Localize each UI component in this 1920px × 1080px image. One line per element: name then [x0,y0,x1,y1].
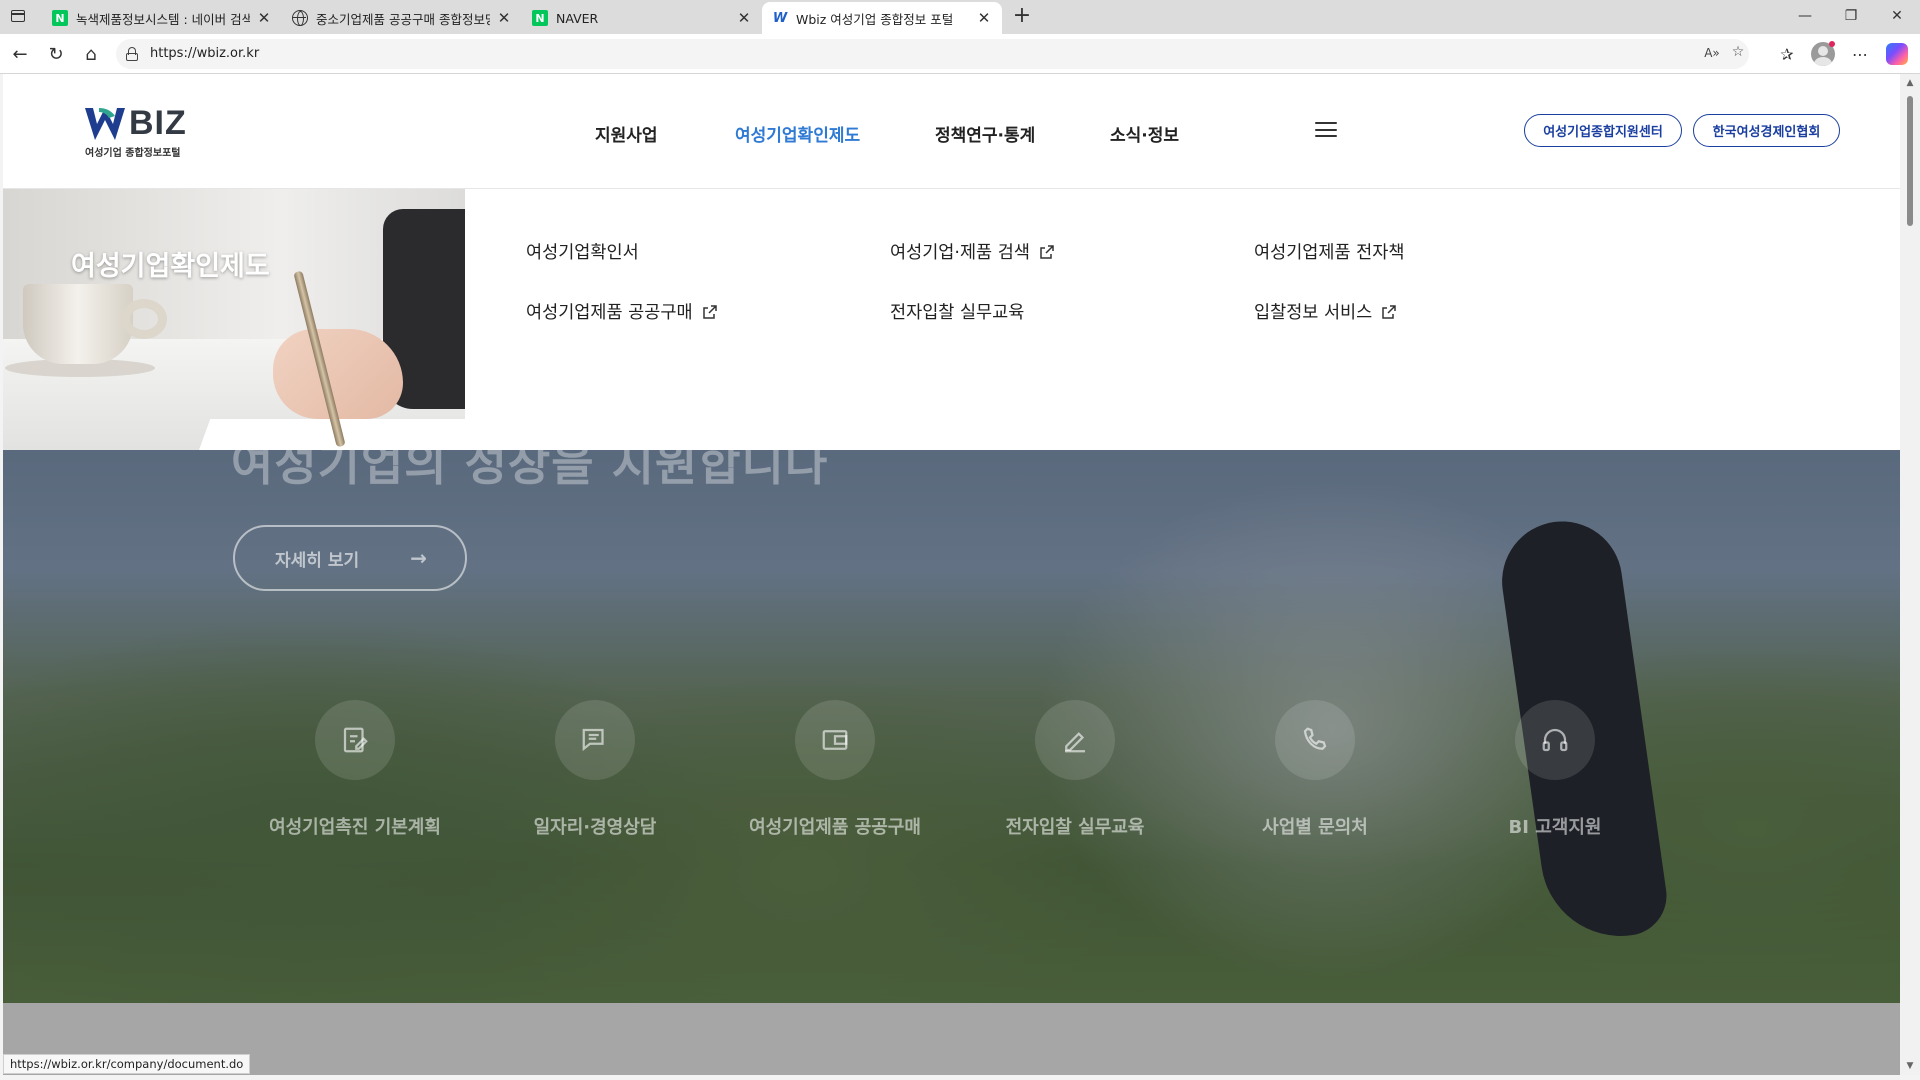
close-icon[interactable]: ✕ [976,9,992,27]
url-text: https://wbiz.or.kr [150,46,260,61]
menu-link-bid-info-service[interactable]: 입찰정보 서비스 [1254,299,1397,324]
lock-icon[interactable] [126,47,138,61]
scroll-down-icon[interactable]: ▼ [1905,1061,1915,1071]
wbiz-logo-icon [85,108,125,140]
url-field[interactable]: https://wbiz.or.kr A» ☆ [116,39,1749,69]
refresh-icon[interactable]: ↻ [42,40,70,68]
chat-icon [555,700,635,780]
globe-icon [292,10,308,26]
menu-link-e-bidding-training[interactable]: 전자입찰 실무교육 [890,299,1024,324]
edit-document-icon [315,700,395,780]
content-placeholder-band [3,1003,1900,1075]
phone-icon [1275,700,1355,780]
new-tab-icon[interactable]: + [1008,4,1036,30]
nav-news-info[interactable]: 소식·정보 [1110,121,1179,146]
menu-link-company-product-search[interactable]: 여성기업·제품 검색 [890,239,1055,264]
logo-subtitle: 여성기업 종합정보포털 [85,148,181,159]
nav-support-programs[interactable]: 지원사업 [595,121,658,146]
nav-policy-research-stats[interactable]: 정책연구·통계 [935,121,1035,146]
copilot-icon[interactable] [1886,43,1908,65]
hero-heading: 여성기업의 성장을 지원합니다 [231,450,829,491]
close-icon[interactable]: ✕ [736,9,752,27]
menu-link-product-ebook[interactable]: 여성기업제품 전자책 [1254,239,1404,264]
korea-women-economic-association-button[interactable]: 한국여성경제인협회 [1693,114,1840,147]
quick-link-label: 사업별 문의처 [1262,817,1368,838]
mega-menu-dropdown: 여성기업확인제도 여성기업확인서 여성기업·제품 검색 여성기업제품 전자책 여… [3,189,1900,450]
detail-button[interactable]: 자세히 보기 → [233,525,467,591]
status-bar-url: https://wbiz.or.kr/company/document.do [3,1054,251,1074]
browser-tab[interactable]: 중소기업제품 공공구매 종합정보망 ✕ [282,2,522,34]
tab-actions-icon[interactable] [8,7,30,27]
favorites-icon[interactable]: ✰ [1775,43,1799,65]
quick-link-label: BI 고객지원 [1508,817,1602,838]
restore-icon[interactable]: ❐ [1828,0,1874,32]
hamburger-menu-icon[interactable] [1315,122,1337,138]
close-icon[interactable]: ✕ [496,9,512,27]
page-viewport: 여성기업의 성장을 지원합니다 자세히 보기 → 여성기업촉진 기본계획 일자리… [3,74,1900,1075]
mega-menu-photo: 여성기업확인제도 [3,189,465,450]
wallet-icon [795,700,875,780]
hero-banner: 여성기업의 성장을 지원합니다 자세히 보기 → 여성기업촉진 기본계획 일자리… [3,450,1900,1003]
tab-title: NAVER [556,10,599,26]
browser-tab[interactable]: N 녹색제품정보시스템 : 네이버 검색 ✕ [42,2,282,34]
detail-button-label: 자세히 보기 [275,550,360,571]
tab-title: Wbiz 여성기업 종합정보 포털 [796,11,954,27]
site-logo[interactable]: BIZ 여성기업 종합정보포털 [83,104,193,160]
browser-tab-bar: N 녹색제품정보시스템 : 네이버 검색 ✕ 중소기업제품 공공구매 종합정보망… [0,0,1920,34]
naver-icon: N [532,10,548,26]
nav-women-enterprise-certification[interactable]: 여성기업확인제도 [735,121,860,146]
close-icon[interactable]: ✕ [256,9,272,27]
menu-link-certificate[interactable]: 여성기업확인서 [526,239,639,264]
home-icon[interactable]: ⌂ [77,40,105,68]
address-bar: ← ↻ ⌂ https://wbiz.or.kr A» ☆ ✰ ⋯ [0,34,1920,74]
quick-link-label: 여성기업촉진 기본계획 [269,817,441,838]
minimize-icon[interactable]: — [1782,0,1828,32]
browser-tab[interactable]: N NAVER ✕ [522,2,762,34]
site-header: BIZ 여성기업 종합정보포털 지원사업 여성기업확인제도 정책연구·통계 소식… [3,74,1900,189]
external-link-icon [1040,244,1054,259]
menu-link-public-procurement[interactable]: 여성기업제품 공공구매 [526,299,718,324]
back-icon[interactable]: ← [6,40,34,68]
arrow-right-icon: → [410,546,427,570]
more-icon[interactable]: ⋯ [1848,43,1872,65]
quick-link-label: 일자리·경영상담 [533,817,657,838]
women-enterprise-center-button[interactable]: 여성기업종합지원센터 [1524,114,1682,147]
logo-text: BIZ [129,104,187,142]
page-scrollbar[interactable]: ▲ ▼ [1900,74,1920,1075]
naver-icon: N [52,10,68,26]
window-close-icon[interactable]: ✕ [1874,0,1920,32]
notification-dot [1829,41,1835,47]
tab-title: 녹색제품정보시스템 : 네이버 검색 [76,11,250,27]
read-aloud-icon[interactable]: A» [1701,46,1723,66]
external-link-icon [702,304,717,319]
quick-link-label: 여성기업제품 공공구매 [749,817,921,838]
browser-tab-active[interactable]: W Wbiz 여성기업 종합정보 포털 ✕ [762,2,1002,34]
favorite-star-icon[interactable]: ☆ [1727,44,1749,64]
quick-link-label: 전자입찰 실무교육 [1005,817,1145,838]
external-link-icon [1382,304,1397,319]
scroll-up-icon[interactable]: ▲ [1905,78,1915,88]
headset-icon [1515,700,1595,780]
pencil-icon [1035,700,1115,780]
wbiz-icon: W [772,10,788,26]
scroll-thumb[interactable] [1907,96,1913,226]
tab-title: 중소기업제품 공공구매 종합정보망 [316,11,490,27]
mega-menu-title: 여성기업확인제도 [71,251,270,282]
